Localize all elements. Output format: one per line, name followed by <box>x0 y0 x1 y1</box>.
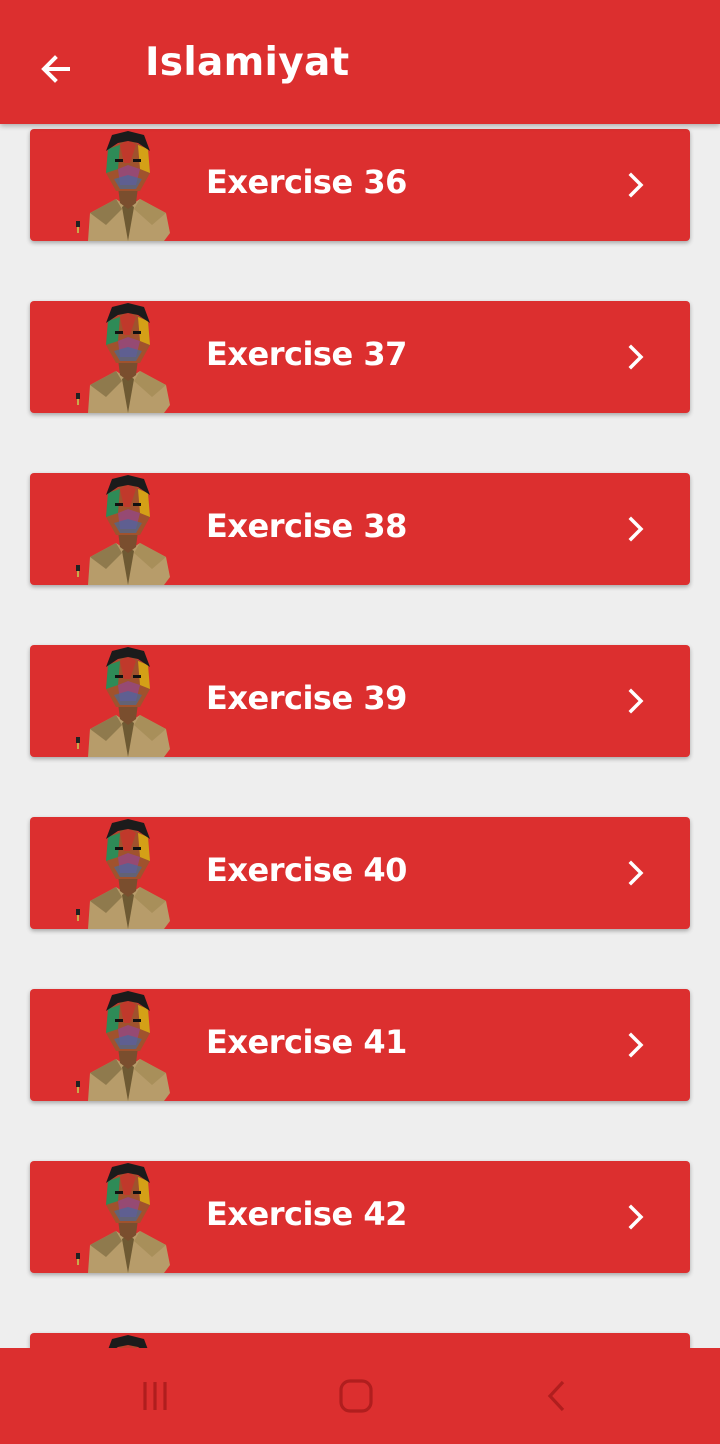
exercise-item-label: Exercise 40 <box>206 851 407 889</box>
app-bar: Islamiyat <box>0 0 720 124</box>
exercise-item-label: Exercise 39 <box>206 679 407 717</box>
exercise-item-label: Exercise 41 <box>206 1023 407 1061</box>
page-title: Islamiyat <box>145 40 350 85</box>
exercise-item[interactable]: Exercise 37 <box>30 301 690 413</box>
portrait-avatar-icon <box>108 1335 148 1348</box>
exercise-item[interactable]: Exercise 39 <box>30 645 690 757</box>
portrait-avatar-icon <box>76 1163 170 1273</box>
chevron-right-icon <box>628 688 644 714</box>
portrait-avatar-icon <box>76 647 170 757</box>
chevron-right-icon <box>628 1032 644 1058</box>
portrait-avatar-icon <box>76 991 170 1101</box>
home-icon <box>339 1379 373 1413</box>
chevron-right-icon <box>628 516 644 542</box>
chevron-right-icon <box>628 172 644 198</box>
chevron-right-icon <box>628 344 644 370</box>
exercise-item[interactable] <box>30 1333 690 1348</box>
exercise-item[interactable]: Exercise 42 <box>30 1161 690 1273</box>
portrait-avatar-icon <box>76 131 170 241</box>
exercise-item[interactable]: Exercise 41 <box>30 989 690 1101</box>
recents-button[interactable] <box>125 1376 185 1416</box>
nav-back-button[interactable] <box>528 1376 588 1416</box>
exercise-item[interactable]: Exercise 36 <box>30 129 690 241</box>
recents-icon <box>143 1382 167 1410</box>
portrait-avatar-icon <box>76 819 170 929</box>
chevron-right-icon <box>628 860 644 886</box>
exercise-item[interactable]: Exercise 38 <box>30 473 690 585</box>
exercise-item-label: Exercise 36 <box>206 163 407 201</box>
back-button[interactable] <box>26 42 86 96</box>
portrait-avatar-icon <box>76 303 170 413</box>
exercise-item-label: Exercise 42 <box>206 1195 407 1233</box>
exercise-item-label: Exercise 37 <box>206 335 407 373</box>
portrait-avatar-icon <box>76 475 170 585</box>
exercise-item-label: Exercise 38 <box>206 507 407 545</box>
chevron-right-icon <box>628 1204 644 1230</box>
exercise-item[interactable]: Exercise 40 <box>30 817 690 929</box>
arrow-left-icon <box>41 55 70 83</box>
back-icon <box>547 1380 565 1412</box>
system-nav-bar <box>0 1348 720 1444</box>
exercise-list[interactable]: Exercise 36 Exercise 37 Exercise 38 Exer… <box>0 124 720 1348</box>
home-button[interactable] <box>326 1376 386 1416</box>
